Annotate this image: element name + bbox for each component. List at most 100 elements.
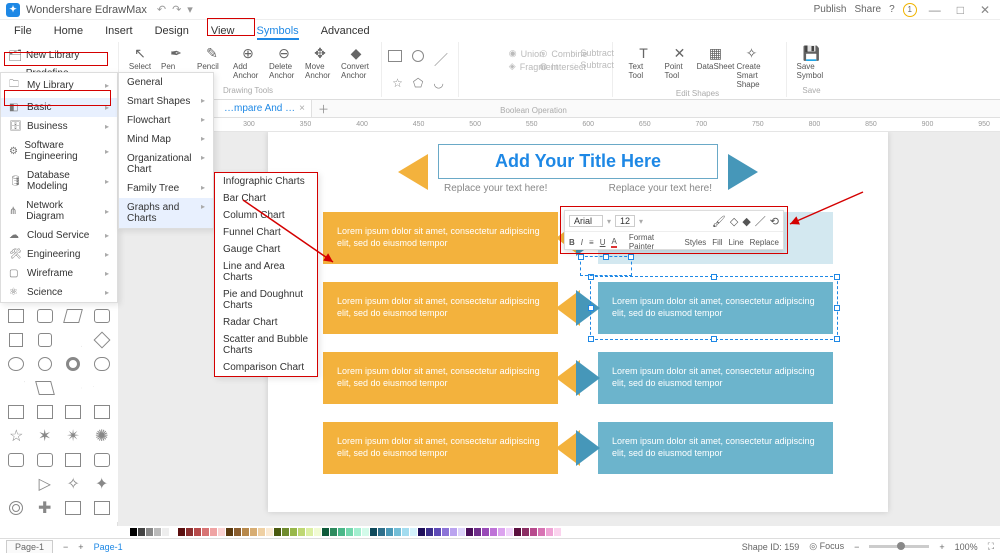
fill-icon[interactable]: ◆ — [742, 215, 750, 228]
publish-button[interactable]: Publish — [814, 4, 847, 15]
color-swatch[interactable] — [514, 528, 521, 536]
subtitle-left[interactable]: Replace your text here! — [444, 183, 547, 194]
color-swatch[interactable] — [282, 528, 289, 536]
shape-roundrect[interactable] — [37, 309, 53, 323]
color-swatch[interactable] — [290, 528, 297, 536]
color-swatch[interactable] — [314, 528, 321, 536]
shape-rsquare[interactable] — [38, 333, 52, 347]
page[interactable]: Add Your Title Here Replace your text he… — [268, 132, 888, 512]
opt-scatter-bubble[interactable]: Scatter and Bubble Charts — [215, 331, 317, 359]
lib-cloud-service[interactable]: ☁Cloud Service▸ — [1, 226, 117, 245]
menu-insert[interactable]: Insert — [105, 25, 133, 40]
shape-ring[interactable] — [66, 357, 80, 371]
color-swatch[interactable] — [498, 528, 505, 536]
lib-basic[interactable]: ◧Basic▸ — [1, 98, 117, 117]
lib-software-engineering[interactable]: ⚙Software Engineering▸ — [1, 136, 117, 166]
fit-page-icon[interactable]: ⛶ — [988, 541, 994, 552]
help-icon[interactable]: ? — [889, 4, 895, 15]
shape-hept[interactable] — [65, 405, 81, 419]
font-color-button[interactable]: A — [611, 237, 616, 248]
shape-square[interactable] — [9, 333, 23, 347]
zoom-out[interactable]: − — [854, 542, 859, 552]
color-swatch[interactable] — [522, 528, 529, 536]
shape-circle-icon[interactable] — [412, 50, 424, 62]
shape-roundrect2[interactable] — [94, 309, 110, 323]
shape-polygon-icon[interactable]: ⬠ — [413, 76, 423, 90]
opt-bar-chart[interactable]: Bar Chart — [215, 190, 317, 207]
shape-star7[interactable]: ✴ — [67, 426, 80, 446]
menu-file[interactable]: File — [14, 25, 32, 40]
color-swatch[interactable] — [394, 528, 401, 536]
title-placeholder[interactable]: Add Your Title Here — [438, 144, 718, 179]
content-block-selected[interactable]: Lorem ipsum dolor sit amet, consectetur … — [598, 282, 833, 334]
new-tab-button[interactable]: ＋ — [312, 101, 335, 117]
big-arrow-left[interactable] — [398, 154, 428, 190]
menu-advanced[interactable]: Advanced — [321, 25, 370, 40]
content-block[interactable]: Lorem ipsum dolor sit amet, consectetur … — [323, 352, 558, 404]
shape-line-icon[interactable]: ／ — [434, 50, 448, 70]
color-swatch[interactable] — [218, 528, 225, 536]
shape-star5[interactable]: ☆ — [9, 426, 23, 446]
color-swatch[interactable] — [434, 528, 441, 536]
shape-L[interactable] — [65, 501, 81, 515]
color-swatch[interactable] — [474, 528, 481, 536]
submenu-orgchart[interactable]: Organizational Chart▸ — [119, 149, 213, 179]
floating-format-toolbar[interactable]: Arial ▾ 12 ▾ 🖌 ◇ ◆ ／ ⟲ B I ≡ U A Format … — [564, 210, 784, 250]
delete-anchor-tool[interactable]: ⊖Delete Anchor — [269, 44, 299, 80]
opt-comparison-chart[interactable]: Comparison Chart — [215, 359, 317, 376]
submenu-flowchart[interactable]: Flowchart▸ — [119, 111, 213, 130]
shape-cap4[interactable] — [94, 453, 110, 467]
bold-button[interactable]: B — [569, 238, 575, 247]
qat-more-icon[interactable]: ▾ — [187, 3, 193, 16]
submenu-smart-shapes[interactable]: Smart Shapes▸ — [119, 92, 213, 111]
color-swatch[interactable] — [554, 528, 561, 536]
color-swatch[interactable] — [386, 528, 393, 536]
menu-home[interactable]: Home — [54, 25, 83, 40]
undo-icon[interactable]: ↶ — [157, 3, 166, 16]
color-swatch[interactable] — [138, 528, 145, 536]
color-swatch[interactable] — [354, 528, 361, 536]
shape-cap1[interactable] — [8, 453, 24, 467]
shape-parallelogram[interactable] — [63, 309, 83, 323]
color-swatch[interactable] — [458, 528, 465, 536]
close-tab-icon[interactable]: × — [299, 103, 305, 114]
lib-network-diagram[interactable]: ⋔Network Diagram▸ — [1, 196, 117, 226]
color-swatch[interactable] — [250, 528, 257, 536]
shape-tri2[interactable]: ▷ — [39, 474, 51, 494]
color-swatch[interactable] — [226, 528, 233, 536]
color-swatch[interactable] — [338, 528, 345, 536]
shape-ellipse[interactable] — [8, 357, 24, 371]
lib-wireframe[interactable]: ▢Wireframe▸ — [1, 264, 117, 283]
size-select[interactable]: 12 — [615, 215, 635, 227]
shape-pill[interactable] — [94, 357, 110, 371]
color-swatch[interactable] — [506, 528, 513, 536]
shape-star-icon[interactable]: ☆ — [392, 76, 403, 90]
replace-icon[interactable]: ⟲ — [770, 215, 779, 228]
document-tab[interactable]: …mpare And …× — [218, 100, 312, 117]
prev-page[interactable]: − — [63, 542, 68, 552]
shape-diamond[interactable] — [93, 332, 110, 349]
close-button[interactable]: ✕ — [976, 3, 994, 17]
content-block[interactable]: Lorem ipsum dolor sit amet, consectetur … — [323, 212, 558, 264]
align-button[interactable]: ≡ — [589, 238, 594, 247]
subtract2-button[interactable]: ◌Subtract — [571, 60, 614, 70]
focus-mode[interactable]: ◎ Focus — [809, 541, 844, 552]
color-swatch[interactable] — [362, 528, 369, 536]
color-swatch[interactable] — [546, 528, 553, 536]
maximize-button[interactable]: □ — [953, 3, 968, 17]
minimize-button[interactable]: — — [925, 3, 945, 17]
shape-arc-icon[interactable]: ◡ — [433, 76, 443, 90]
color-swatch[interactable] — [306, 528, 313, 536]
color-swatch[interactable] — [418, 528, 425, 536]
next-page[interactable]: + — [78, 542, 83, 552]
color-swatch[interactable] — [154, 528, 161, 536]
opt-pie-doughnut[interactable]: Pie and Doughnut Charts — [215, 286, 317, 314]
styles-icon[interactable]: ◇ — [730, 215, 738, 228]
shape-burst[interactable]: ✺ — [95, 426, 108, 446]
shape-skew[interactable] — [35, 381, 55, 395]
submenu-graphs-charts[interactable]: Graphs and Charts▸ — [119, 198, 213, 228]
datasheet-button[interactable]: ▦DataSheet — [701, 44, 731, 89]
color-swatch[interactable] — [482, 528, 489, 536]
redo-icon[interactable]: ↷ — [172, 3, 181, 16]
color-swatch[interactable] — [178, 528, 185, 536]
